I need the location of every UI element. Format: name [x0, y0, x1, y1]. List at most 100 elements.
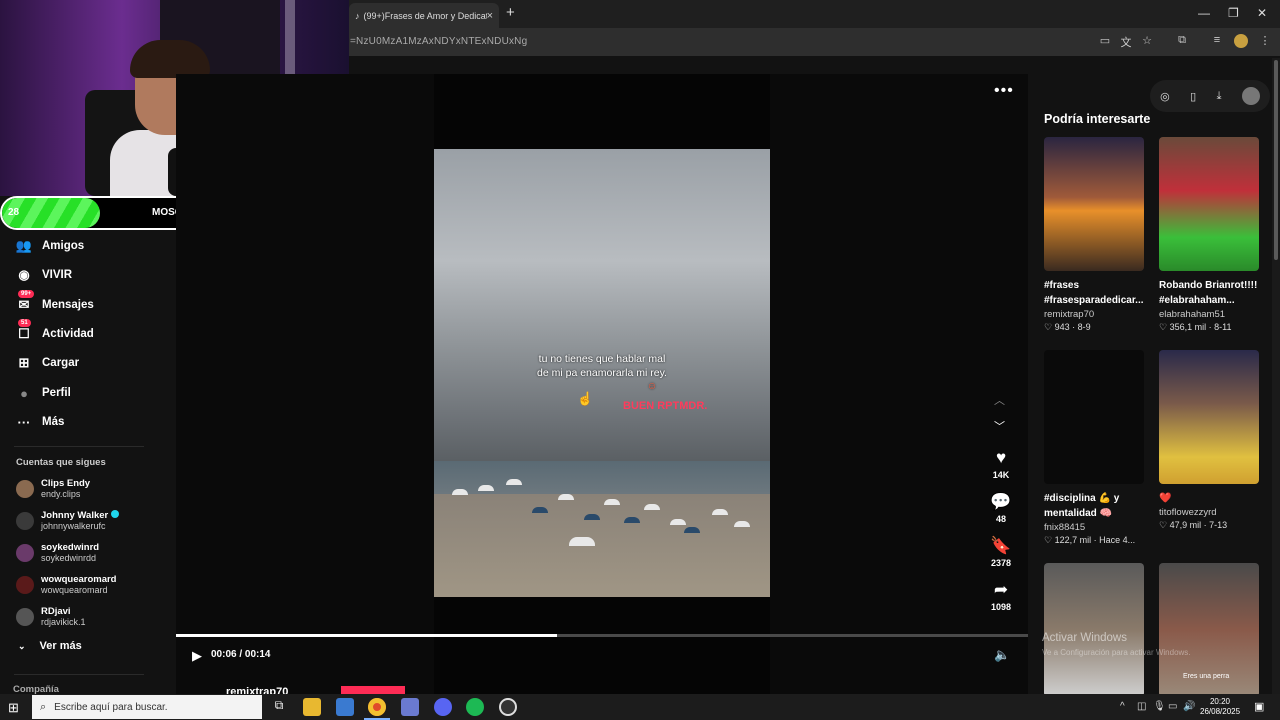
chrome-icon[interactable] [368, 698, 386, 716]
recommendation-card[interactable]: ❤️ titoflowezzyrd ♡ 47,9 mil · 7-13 [1159, 350, 1259, 531]
comment-icon: 💬 [990, 492, 1012, 511]
bookmark-star-icon[interactable]: ☆ [1140, 34, 1154, 48]
clown-emoji-icon: ☺ [646, 381, 658, 392]
recommendation-card[interactable]: #disciplina 💪 y mentalidad 🧠 fnix88415 ♡… [1044, 350, 1144, 546]
card-thumbnail[interactable] [1044, 350, 1144, 484]
heart-icon: ♡ [1044, 535, 1055, 545]
recommendation-card[interactable] [1044, 563, 1144, 697]
following-item[interactable]: RDjavi rdjavikick.1 [16, 606, 86, 627]
following-item[interactable]: soykedwinrd soykedwinrdd [16, 542, 99, 563]
close-window-button[interactable]: ✕ [1257, 6, 1267, 20]
windows-start-icon[interactable]: ⊞ [8, 700, 19, 716]
media-icon[interactable]: ≡ [1210, 34, 1224, 48]
video-frame[interactable]: tu no tienes que hablar mal de mi pa ena… [434, 149, 770, 597]
spotify-icon[interactable] [466, 698, 484, 716]
avatar [16, 543, 34, 562]
user-avatar[interactable] [1241, 87, 1260, 105]
following-item[interactable]: Johnny Walker johnnywalkerufc [16, 510, 120, 531]
page-scrollbar[interactable] [1272, 58, 1280, 694]
like-button[interactable]: ♥ 14K [984, 448, 1018, 480]
umbrella [532, 507, 548, 513]
microphone-tray-icon[interactable]: 🎙 [1153, 701, 1166, 712]
extensions-icon[interactable]: ⧉ [1175, 34, 1189, 48]
recommendation-card[interactable]: #frases #frasesparadedicar... remixtrap7… [1044, 137, 1144, 333]
nav-amigos[interactable]: 👥 Amigos [14, 234, 84, 258]
network-icon[interactable]: ▭ [1168, 701, 1177, 712]
nav-perfil[interactable]: ● Perfil [14, 381, 71, 405]
comment-button[interactable]: 💬 48 [984, 492, 1018, 524]
taskbar-search[interactable]: ⌕ Escribe aquí para buscar. [32, 695, 262, 719]
restore-button[interactable]: ❐ [1228, 6, 1239, 20]
compass-icon[interactable]: ◎ [1160, 90, 1170, 103]
search-icon: ⌕ [40, 700, 47, 713]
card-title: #frases #frasesparadedicar... [1044, 280, 1144, 306]
more-options-icon[interactable]: ••• [994, 82, 1014, 100]
card-title: ❤️ [1159, 493, 1172, 504]
separator: · [1206, 322, 1215, 332]
nav-vivir[interactable]: ◉ VIVIR [14, 263, 72, 287]
play-icon[interactable]: ▶ [192, 648, 202, 664]
nav-label: Actividad [42, 328, 94, 340]
see-more-button[interactable]: ⌄ Ver más [18, 640, 82, 652]
bookmark-icon: 🔖 [990, 536, 1012, 555]
browser-tab[interactable]: ♪ (99+)Frases de Amor y Dedicat × [349, 3, 499, 28]
obs-icon[interactable] [499, 698, 517, 716]
messages-glyph: ✉ [18, 297, 30, 312]
tab-close-icon[interactable]: × [487, 10, 493, 22]
following-item[interactable]: wowquearomard wowquearomard [16, 574, 117, 595]
volume-icon[interactable]: 🔈 [994, 647, 1010, 663]
card-thumbnail[interactable] [1044, 563, 1144, 697]
card-date: 8-11 [1214, 322, 1232, 332]
url-text[interactable]: =NzU0MzA1MzAxNDYxNTExNDUxNg [350, 36, 527, 47]
new-tab-button[interactable]: + [506, 4, 515, 21]
file-explorer-icon[interactable] [303, 698, 321, 716]
nav-actividad[interactable]: ☐ 51 Actividad [14, 319, 94, 346]
translate-icon[interactable]: 文 [1119, 34, 1133, 49]
task-view-icon[interactable]: ⧉ [270, 698, 288, 716]
app-icon[interactable] [401, 698, 419, 716]
cast-icon[interactable]: ▭ [1098, 34, 1112, 48]
chevron-up-icon[interactable]: ︿ [994, 392, 1005, 408]
card-thumbnail[interactable] [1159, 137, 1259, 271]
tray-chevron-icon[interactable]: ^ [1120, 701, 1125, 712]
nav-mas[interactable]: ··· Más [14, 410, 65, 434]
nav-label: Mensajes [42, 299, 94, 311]
verified-icon [111, 510, 120, 518]
profile-avatar-icon[interactable] [1234, 34, 1248, 48]
follow-button[interactable] [341, 686, 405, 694]
share-button[interactable]: ➦ 1098 [984, 580, 1018, 612]
tab-title: (99+)Frases de Amor y Dedicat [363, 10, 487, 21]
following-item[interactable]: Clips Endy endy.clips [16, 478, 90, 499]
left-sidebar: 👥 Amigos ◉ VIVIR ✉ 99+ Mensajes ☐ 51 Activ… [0, 230, 176, 695]
nav-cargar[interactable]: ⊞ Cargar [14, 351, 80, 375]
recommendation-card[interactable]: Robando Brianrot!!!! #elabrahaham... ela… [1159, 137, 1259, 333]
following-title: Cuentas que sigues [16, 457, 106, 468]
taskbar-clock[interactable]: 20:20 26/08/2025 [1200, 697, 1240, 717]
card-thumbnail[interactable]: Eres una perra [1159, 563, 1259, 697]
see-more-label: Ver más [39, 640, 82, 652]
card-thumbnail[interactable] [1159, 350, 1259, 484]
tray-app-icon[interactable]: ◫ [1137, 701, 1146, 712]
store-icon[interactable] [336, 698, 354, 716]
speaker-icon[interactable]: 🔊 [1183, 701, 1195, 712]
video-time: 00:06 / 00:14 [211, 649, 271, 660]
card-thumbnail[interactable] [1044, 137, 1144, 271]
save-button[interactable]: 🔖 2378 [984, 536, 1018, 568]
notifications-icon[interactable]: ▣ [1254, 700, 1264, 713]
video-progress-fill [176, 634, 557, 637]
card-user: elabrahaham51 [1159, 309, 1226, 320]
browser-menu-icon[interactable]: ⋮ [1258, 34, 1272, 48]
scrollbar-thumb[interactable] [1274, 60, 1278, 260]
video-progress-bar[interactable] [176, 634, 1028, 637]
chevron-down-icon[interactable]: ﹀ [994, 418, 1005, 434]
clock-date: 26/08/2025 [1200, 707, 1241, 716]
discord-icon[interactable] [434, 698, 452, 716]
minimize-button[interactable]: — [1198, 6, 1210, 20]
download-icon[interactable]: ⤓ [1217, 90, 1222, 103]
caption-line: tu no tienes que hablar mal [538, 353, 666, 365]
nav-mensajes[interactable]: ✉ 99+ Mensajes [14, 290, 94, 317]
share-icon: ➦ [993, 580, 1009, 599]
umbrella [604, 499, 620, 505]
device-icon[interactable]: ▯ [1190, 90, 1196, 103]
recommendation-card[interactable]: Eres una perra [1159, 563, 1259, 697]
